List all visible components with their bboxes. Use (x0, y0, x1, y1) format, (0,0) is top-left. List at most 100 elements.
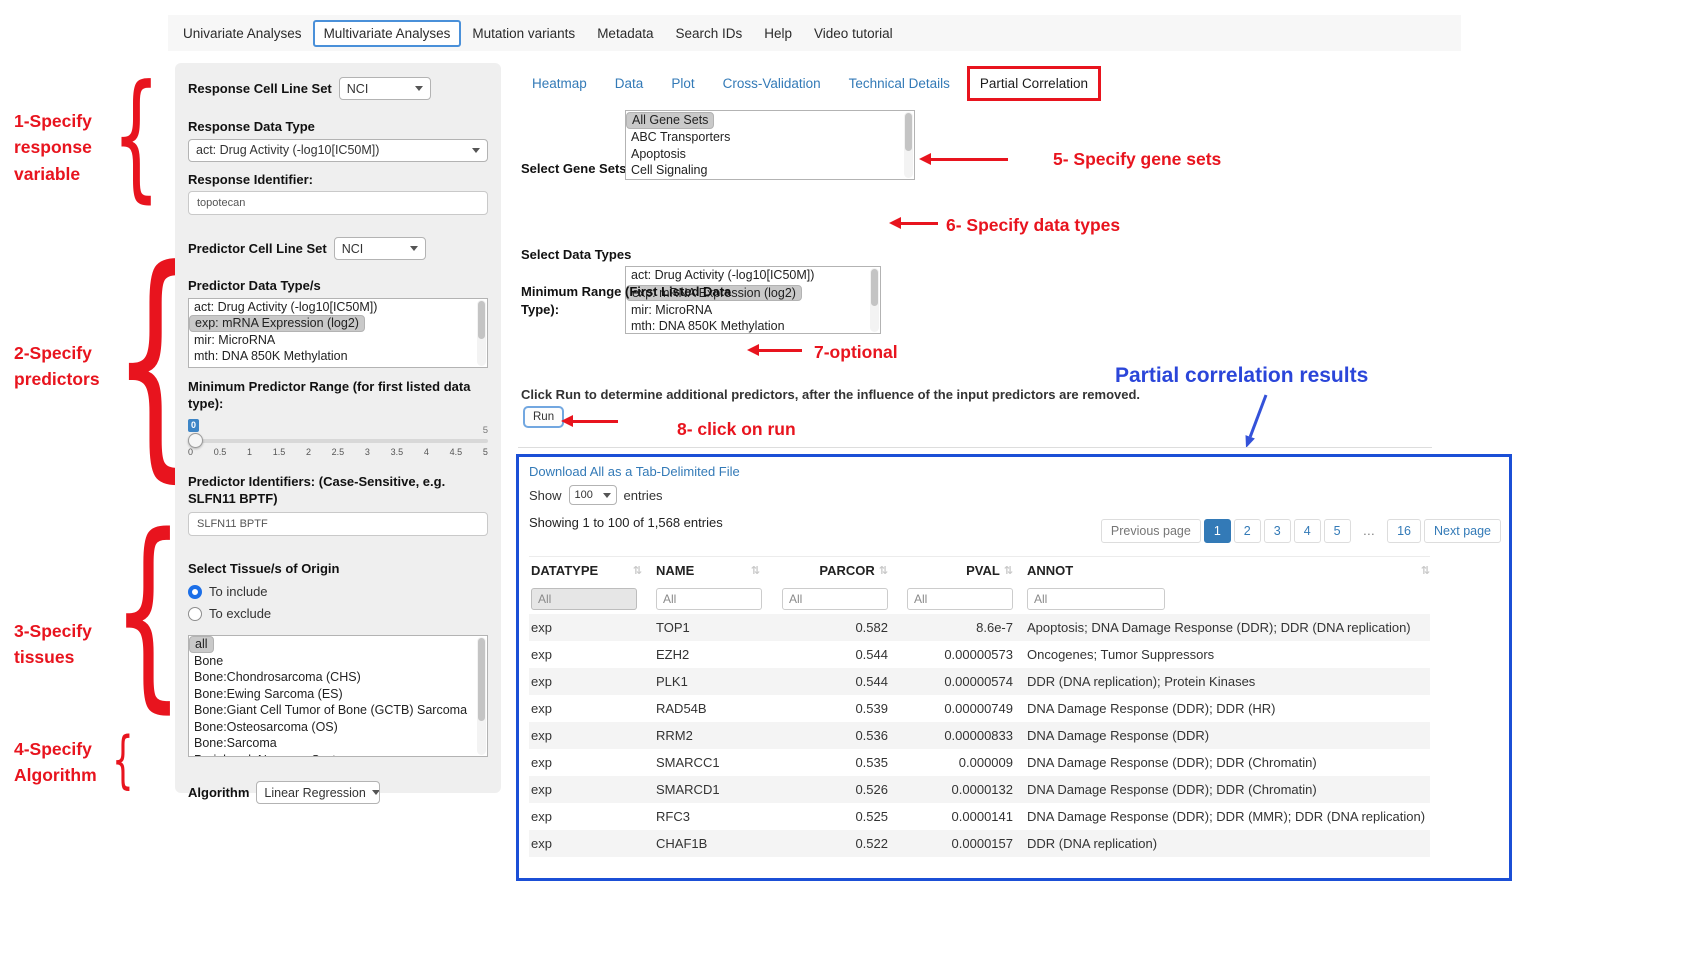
column-header-label: ANNOT (1027, 563, 1073, 578)
scrollbar-thumb[interactable] (871, 269, 878, 306)
predictor-data-types-listbox[interactable]: act: Drug Activity (-log10[IC50M])exp: m… (188, 298, 488, 368)
column-header-pval[interactable]: PVAL ⇅ (888, 563, 1013, 578)
slider-handle[interactable] (188, 433, 203, 448)
column-header-label: DATATYPE (531, 563, 598, 578)
column-header-annot[interactable]: ANNOT ⇅ (1013, 563, 1430, 578)
tab[interactable]: Heatmap (518, 67, 601, 100)
listbox-option[interactable]: Apoptosis (626, 146, 914, 163)
listbox-option[interactable]: All Gene Sets (626, 112, 714, 129)
scrollbar[interactable] (904, 112, 913, 178)
listbox-option[interactable]: mth: DNA 850K Methylation (189, 348, 487, 365)
listbox-option[interactable]: Bone:Giant Cell Tumor of Bone (GCTB) Sar… (189, 702, 487, 719)
tab[interactable]: Data (601, 67, 658, 100)
run-button[interactable]: Run (523, 406, 564, 428)
page-length-select[interactable]: 100 (569, 485, 617, 505)
predictor-cell-line-set-select[interactable]: NCI (334, 237, 426, 260)
column-header-datatype[interactable]: DATATYPE ⇅ (529, 563, 656, 578)
nav-item[interactable]: Multivariate Analyses (313, 20, 462, 47)
table-row[interactable]: exp SMARCC1 0.535 0.000009 DNA Damage Re… (529, 749, 1430, 776)
pagination-button[interactable]: 4 (1294, 519, 1321, 543)
sort-icon[interactable]: ⇅ (879, 564, 888, 577)
sort-icon[interactable]: ⇅ (751, 564, 760, 577)
table-row[interactable]: exp EZH2 0.544 0.00000573 Oncogenes; Tum… (529, 641, 1430, 668)
table-row[interactable]: exp RAD54B 0.539 0.00000749 DNA Damage R… (529, 695, 1430, 722)
nav-item[interactable]: Univariate Analyses (172, 20, 313, 47)
response-data-type-select[interactable]: act: Drug Activity (-log10[IC50M]) (188, 139, 488, 162)
column-header-parcor[interactable]: PARCOR ⇅ (776, 563, 888, 578)
algorithm-label: Algorithm (188, 784, 249, 802)
listbox-option[interactable]: mir: MicroRNA (189, 332, 487, 349)
pagination-button[interactable]: … (1354, 520, 1385, 542)
pagination-button[interactable]: 5 (1324, 519, 1351, 543)
listbox-option[interactable]: act: Drug Activity (-log10[IC50M]) (189, 299, 487, 316)
pagination: Previous page12345…16Next page (1101, 519, 1501, 543)
listbox-option[interactable]: Bone (189, 653, 487, 670)
analysis-tabs: HeatmapDataPlotCross-ValidationTechnical… (518, 66, 1101, 101)
listbox-option[interactable]: Bone:Chondrosarcoma (CHS) (189, 669, 487, 686)
listbox-option[interactable]: all (189, 636, 214, 653)
filter-annot-input[interactable] (1027, 588, 1165, 610)
algorithm-select[interactable]: Linear Regression (256, 781, 380, 804)
pagination-button[interactable]: Previous page (1101, 519, 1201, 543)
listbox-option[interactable]: ABC Transporters (626, 129, 914, 146)
tab[interactable]: Partial Correlation (967, 66, 1101, 101)
listbox-option[interactable]: act: Drug Activity (-log10[IC50M]) (626, 267, 880, 284)
filter-parcor-input[interactable] (782, 588, 888, 610)
scrollbar-thumb[interactable] (478, 301, 485, 339)
scrollbar-thumb[interactable] (905, 113, 912, 151)
response-cell-line-set-select[interactable]: NCI (339, 77, 431, 100)
pagination-button[interactable]: Next page (1424, 519, 1501, 543)
response-identifier-input[interactable] (188, 191, 488, 215)
column-header-name[interactable]: NAME ⇅ (656, 563, 776, 578)
scrollbar[interactable] (477, 637, 486, 755)
scrollbar[interactable] (870, 268, 879, 332)
tab[interactable]: Plot (657, 67, 708, 100)
listbox-option[interactable]: Cell Signaling (626, 162, 914, 179)
nav-item[interactable]: Help (753, 20, 803, 47)
download-link[interactable]: Download All as a Tab-Delimited File (529, 464, 740, 479)
pagination-button[interactable]: 3 (1264, 519, 1291, 543)
cell-datatype: exp (529, 728, 656, 743)
nav-item[interactable]: Search IDs (664, 20, 753, 47)
listbox-option[interactable]: exp: mRNA Expression (log2) (189, 315, 365, 332)
tissue-include-radio-row[interactable]: To include (188, 584, 488, 599)
filter-name-input[interactable] (656, 588, 762, 610)
listbox-option[interactable]: Peripheral_Nervous_System (189, 752, 487, 758)
listbox-option[interactable]: Bone:Ewing Sarcoma (ES) (189, 686, 487, 703)
slider-track[interactable] (188, 439, 488, 443)
predictor-identifiers-input[interactable] (188, 512, 488, 536)
pagination-button[interactable]: 16 (1387, 519, 1421, 543)
cell-pval: 0.0000157 (888, 836, 1013, 851)
gene-sets-listbox[interactable]: All Gene SetsABC TransportersApoptosisCe… (625, 110, 915, 180)
filter-datatype-input[interactable] (531, 588, 637, 610)
table-row[interactable]: exp SMARCD1 0.526 0.0000132 DNA Damage R… (529, 776, 1430, 803)
tissue-listbox[interactable]: allBoneBone:Chondrosarcoma (CHS)Bone:Ewi… (188, 635, 488, 757)
sort-icon[interactable]: ⇅ (633, 564, 642, 577)
tab[interactable]: Cross-Validation (709, 67, 835, 100)
nav-item[interactable]: Metadata (586, 20, 664, 47)
pagination-button[interactable]: 2 (1234, 519, 1261, 543)
table-row[interactable]: exp TOP1 0.582 8.6e-7 Apoptosis; DNA Dam… (529, 614, 1430, 641)
radio-unselected-icon[interactable] (188, 607, 202, 621)
divider (518, 447, 1432, 448)
nav-item[interactable]: Video tutorial (803, 20, 904, 47)
listbox-option[interactable]: Bone:Osteosarcoma (OS) (189, 719, 487, 736)
table-row[interactable]: exp CHAF1B 0.522 0.0000157 DDR (DNA repl… (529, 830, 1430, 857)
nav-item[interactable]: Mutation variants (461, 20, 586, 47)
table-row[interactable]: exp PLK1 0.544 0.00000574 DDR (DNA repli… (529, 668, 1430, 695)
table-row[interactable]: exp RRM2 0.536 0.00000833 DNA Damage Res… (529, 722, 1430, 749)
scrollbar-thumb[interactable] (478, 638, 485, 721)
cell-name: TOP1 (656, 620, 776, 635)
tab[interactable]: Technical Details (835, 67, 964, 100)
table-row[interactable]: exp RFC3 0.525 0.0000141 DNA Damage Resp… (529, 803, 1430, 830)
listbox-option[interactable]: Bone:Sarcoma (189, 735, 487, 752)
tissue-exclude-radio-row[interactable]: To exclude (188, 606, 488, 621)
pagination-button[interactable]: 1 (1204, 519, 1231, 543)
sort-icon[interactable]: ⇅ (1004, 564, 1013, 577)
scrollbar[interactable] (477, 300, 486, 366)
radio-selected-icon[interactable] (188, 585, 202, 599)
filter-pval-input[interactable] (907, 588, 1013, 610)
listbox-option[interactable]: mth: DNA 850K Methylation (626, 318, 880, 334)
column-header-label: PVAL (966, 563, 1000, 578)
sort-icon[interactable]: ⇅ (1421, 564, 1430, 577)
